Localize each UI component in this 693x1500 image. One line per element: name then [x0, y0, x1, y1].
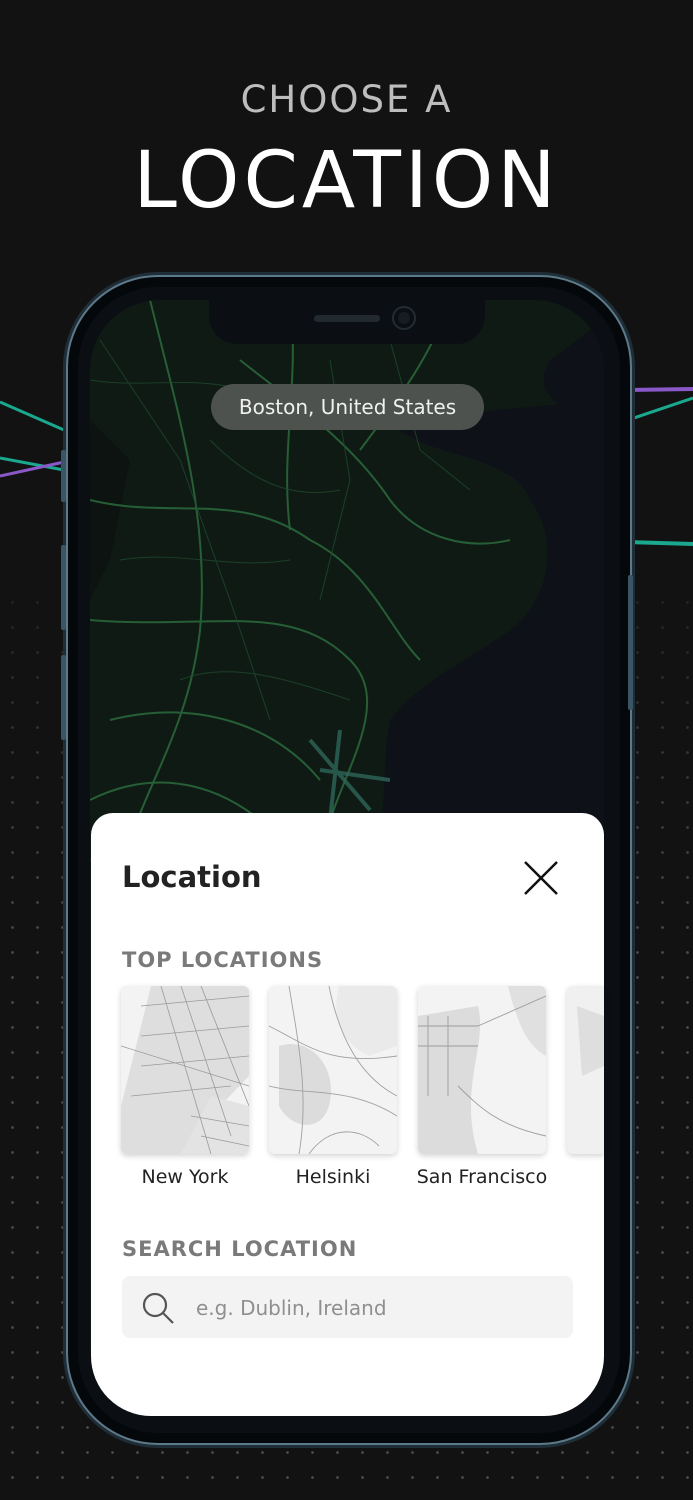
current-location-pill[interactable]: Boston, United States: [211, 384, 484, 430]
phone-volume-down: [61, 655, 66, 740]
close-button[interactable]: [518, 855, 564, 901]
location-label-helsinki: Helsinki: [295, 1166, 371, 1188]
location-label-san-francisco: San Francisco: [416, 1166, 548, 1188]
phone-camera: [394, 308, 414, 328]
search-box[interactable]: [122, 1276, 573, 1340]
phone-notch: [209, 300, 485, 344]
search-icon: [142, 1292, 174, 1324]
search-location-label: SEARCH LOCATION: [122, 1237, 358, 1261]
san-francisco-map-thumbnail: [418, 986, 546, 1154]
phone-power-button: [628, 575, 633, 710]
phone-volume-up: [61, 545, 66, 630]
location-card-helsinki[interactable]: [269, 986, 397, 1154]
location-card-new-york[interactable]: [121, 986, 249, 1154]
location-card-partial[interactable]: [567, 986, 604, 1154]
new-york-map-thumbnail: [121, 986, 249, 1154]
partial-map-thumbnail: [567, 986, 604, 1154]
phone-side-button: [61, 450, 66, 502]
helsinki-map-thumbnail: [269, 986, 397, 1154]
location-label-new-york: New York: [141, 1166, 229, 1188]
top-locations-label: TOP LOCATIONS: [122, 948, 324, 972]
sheet-title: Location: [122, 860, 262, 894]
phone-speaker: [314, 315, 380, 322]
close-icon: [524, 861, 558, 895]
search-input[interactable]: [194, 1276, 558, 1340]
location-card-san-francisco[interactable]: [418, 986, 546, 1154]
